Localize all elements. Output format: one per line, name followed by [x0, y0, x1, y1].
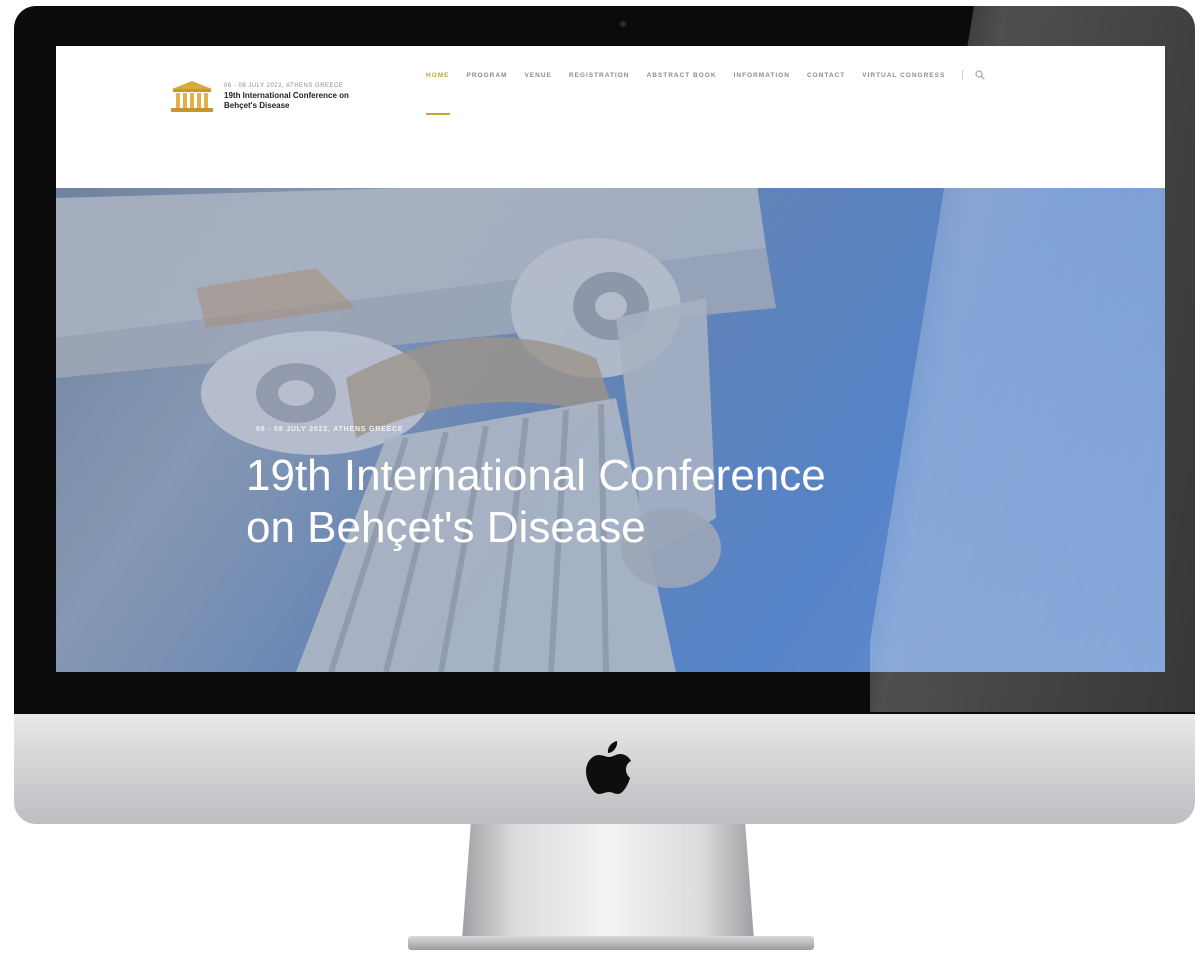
hero-title: 19th International Conference on Behçet'…: [246, 451, 826, 552]
nav-venue[interactable]: VENUE: [524, 72, 551, 79]
nav-home[interactable]: HOME: [426, 72, 450, 115]
monitor-stand: [462, 824, 754, 940]
nav-information[interactable]: INFORMATION: [734, 72, 790, 79]
nav-divider: [962, 70, 964, 80]
logo-title: 19th International Conference on Behçet'…: [224, 91, 349, 110]
nav-virtual-congress[interactable]: VIRTUAL CONGRESS: [862, 72, 945, 79]
website-screen: 06 - 08 JULY 2022, ATHENS GREECE 19th In…: [56, 46, 1165, 672]
ionic-column-image: [56, 188, 1165, 672]
main-nav: HOME PROGRAM VENUE REGISTRATION ABSTRACT…: [426, 70, 986, 115]
temple-logo-icon: [171, 81, 213, 112]
nav-program[interactable]: PROGRAM: [467, 72, 508, 79]
nav-abstract-book[interactable]: ABSTRACT BOOK: [647, 72, 717, 79]
nav-registration[interactable]: REGISTRATION: [569, 72, 630, 79]
search-icon[interactable]: [975, 70, 986, 80]
site-logo[interactable]: 06 - 08 JULY 2022, ATHENS GREECE 19th In…: [168, 74, 368, 118]
hero-banner: 06 - 08 JULY 2022, ATHENS GREECE 19th In…: [56, 188, 1165, 672]
monitor-stand-base: [408, 936, 814, 950]
apple-logo-icon: [586, 741, 631, 794]
logo-date: 06 - 08 JULY 2022, ATHENS GREECE: [224, 83, 344, 89]
site-header: 06 - 08 JULY 2022, ATHENS GREECE 19th In…: [56, 46, 1165, 188]
hero-date-location: 06 - 08 JULY 2022, ATHENS GREECE: [256, 426, 404, 433]
nav-contact[interactable]: CONTACT: [807, 72, 845, 79]
camera-icon: [620, 21, 626, 27]
